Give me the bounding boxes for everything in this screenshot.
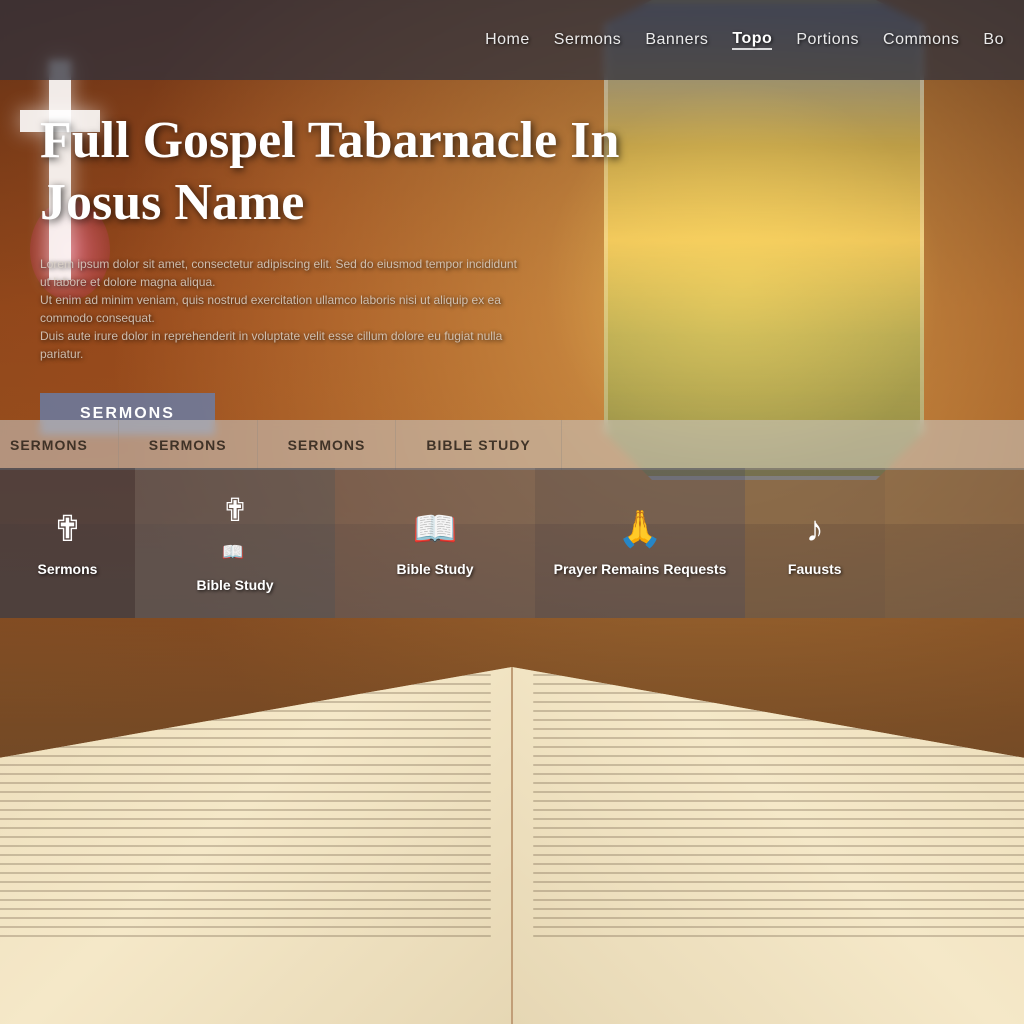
- music-note-icon: ♪: [806, 508, 824, 550]
- nav-item-commons[interactable]: Commons: [883, 31, 959, 49]
- card-prayer-label: Prayer Remains Requests: [554, 560, 727, 578]
- nav-item-sermons[interactable]: Sermons: [554, 31, 622, 49]
- sub-nav-bible-study[interactable]: BIBLE STUDY: [396, 420, 561, 470]
- hero-description: Lorem ipsum dolor sit amet, consectetur …: [40, 255, 520, 363]
- sub-nav-sermons-3[interactable]: SERMONS: [258, 420, 397, 470]
- card-bible-study-1[interactable]: ✟📖 Bible Study: [135, 468, 335, 618]
- card-fauusts[interactable]: ♪ Fauusts: [745, 468, 885, 618]
- card-fauusts-label: Fauusts: [788, 560, 842, 578]
- card-empty: [885, 468, 1024, 618]
- cards-section: ✟ Sermons ✟📖 Bible Study 📖 Bible Study 🙏…: [0, 468, 1024, 628]
- hero-section: Full Gospel Tabarnacle In Josus Name Lor…: [0, 80, 1024, 460]
- nav-item-topo[interactable]: Topo: [732, 30, 772, 50]
- sub-navigation: SERMONS SERMONS SERMONS BIBLE STUDY: [0, 420, 1024, 470]
- open-book-icon: 📖: [413, 508, 458, 550]
- card-bible-study-1-label: Bible Study: [196, 576, 273, 594]
- nav-item-banners[interactable]: Banners: [645, 31, 708, 49]
- hero-desc-line1: Lorem ipsum dolor sit amet, consectetur …: [40, 257, 517, 289]
- sub-nav-sermons-2[interactable]: SERMONS: [119, 420, 258, 470]
- card-bible-study-2[interactable]: 📖 Bible Study: [335, 468, 535, 618]
- nav-item-bo[interactable]: Bo: [983, 31, 1004, 49]
- card-bible-study-2-label: Bible Study: [396, 560, 473, 578]
- nav-item-home[interactable]: Home: [485, 31, 530, 49]
- cross-icon: ✟: [52, 508, 82, 550]
- nav-item-portions[interactable]: Portions: [796, 31, 859, 49]
- hero-desc-line2: Ut enim ad minim veniam, quis nostrud ex…: [40, 293, 501, 325]
- sub-nav-sermons-1[interactable]: SERMONS: [0, 420, 119, 470]
- card-sermons[interactable]: ✟ Sermons: [0, 468, 135, 618]
- prayer-hands-icon: 🙏: [618, 508, 663, 550]
- book-cross-icon: ✟📖: [222, 491, 249, 566]
- main-navbar: Home Sermons Banners Topo Portions Commo…: [0, 0, 1024, 80]
- card-sermons-label: Sermons: [38, 560, 98, 578]
- hero-desc-line3: Duis aute irure dolor in reprehenderit i…: [40, 329, 502, 361]
- card-prayer-requests[interactable]: 🙏 Prayer Remains Requests: [535, 468, 745, 618]
- nav-items-container: Home Sermons Banners Topo Portions Commo…: [485, 30, 1004, 50]
- hero-title: Full Gospel Tabarnacle In Josus Name: [40, 110, 640, 235]
